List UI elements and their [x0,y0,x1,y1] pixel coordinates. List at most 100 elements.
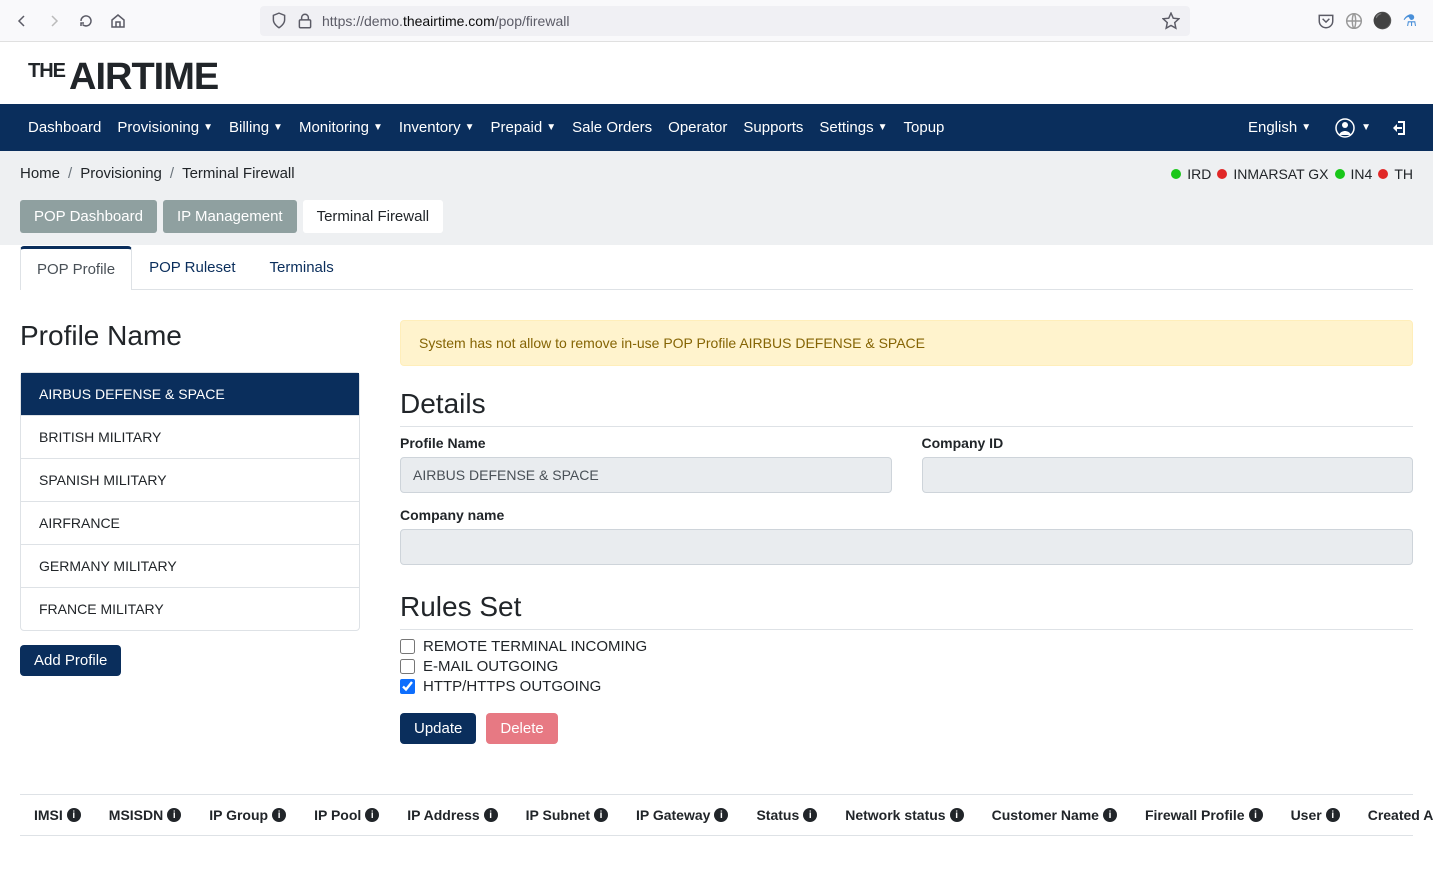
table-header[interactable]: IP Addressi [393,807,511,823]
profile-name-heading: Profile Name [20,320,360,358]
table-header[interactable]: MSISDNi [95,807,195,823]
breadcrumb-item[interactable]: Provisioning [80,165,162,182]
delete-button[interactable]: Delete [486,713,557,744]
nav-item-billing[interactable]: Billing▼ [221,107,291,148]
reload-button[interactable] [72,7,100,35]
content-area: POP ProfilePOP RulesetTerminals Profile … [0,245,1433,876]
info-icon: i [594,808,608,822]
nav-item-inventory[interactable]: Inventory▼ [391,107,483,148]
table-header[interactable]: Firewall Profilei [1131,807,1277,823]
rule-row: REMOTE TERMINAL INCOMING [400,638,1413,655]
pocket-icon[interactable] [1317,12,1335,30]
breadcrumb-item[interactable]: Home [20,165,60,182]
status-dot [1378,169,1388,179]
table-header[interactable]: IP Subneti [512,807,622,823]
info-icon: i [714,808,728,822]
rule-checkbox[interactable] [400,679,415,694]
profile-item[interactable]: FRANCE MILITARY [21,588,359,630]
table-header[interactable]: Customer Namei [978,807,1131,823]
profile-item[interactable]: AIRFRANCE [21,502,359,545]
rule-label: HTTP/HTTPS OUTGOING [423,678,601,695]
table-header[interactable]: Statusi [742,807,831,823]
browser-nav-buttons [8,7,132,35]
sec-tab-pop-dashboard[interactable]: POP Dashboard [20,200,157,233]
table-header[interactable]: IP Groupi [195,807,300,823]
rule-row: E-MAIL OUTGOING [400,658,1413,675]
secondary-tabs: POP DashboardIP ManagementTerminal Firew… [20,200,1413,245]
company-id-input[interactable] [922,457,1414,493]
inner-tab-pop-ruleset[interactable]: POP Ruleset [132,246,252,290]
table-header-row: IMSIiMSISDNiIP GroupiIP PooliIP Addressi… [20,794,1413,836]
status-dot [1335,169,1345,179]
back-button[interactable] [8,7,36,35]
status-label: IN4 [1351,166,1373,182]
table-header[interactable]: IP Pooli [300,807,393,823]
inner-tab-terminals[interactable]: Terminals [253,246,351,290]
nav-item-prepaid[interactable]: Prepaid▼ [483,107,565,148]
rule-checkbox[interactable] [400,639,415,654]
table-header[interactable]: Network statusi [831,807,977,823]
nav-item-supports[interactable]: Supports [735,107,811,148]
info-icon: i [1249,808,1263,822]
extension-icon-1[interactable]: ⚫ [1373,11,1393,31]
table-header[interactable]: IP Gatewayi [622,807,742,823]
info-icon: i [1326,808,1340,822]
info-icon: i [950,808,964,822]
nav-item-monitoring[interactable]: Monitoring▼ [291,107,391,148]
status-label: IRD [1187,166,1211,182]
update-button[interactable]: Update [400,713,476,744]
user-menu[interactable]: ▼ [1331,106,1375,150]
forward-button[interactable] [40,7,68,35]
profile-item[interactable]: SPANISH MILITARY [21,459,359,502]
inner-tab-pop-profile[interactable]: POP Profile [20,246,132,290]
status-dot [1171,169,1181,179]
profile-item[interactable]: BRITISH MILITARY [21,416,359,459]
extension-icon-2[interactable]: ⚗ [1403,11,1417,31]
browser-chrome: https://demo.theairtime.com/pop/firewall… [0,0,1433,42]
logout-icon[interactable] [1387,107,1413,149]
sec-tab-terminal-firewall[interactable]: Terminal Firewall [303,200,444,233]
logo-area: THEAIRTIME [0,42,1433,104]
company-name-label: Company name [400,507,1413,523]
company-id-label: Company ID [922,435,1414,451]
table-header[interactable]: Created Ati [1354,807,1433,823]
main-navbar: DashboardProvisioning▼Billing▼Monitoring… [0,104,1433,151]
nav-item-operator[interactable]: Operator [660,107,735,148]
info-icon: i [803,808,817,822]
nav-item-topup[interactable]: Topup [896,107,953,148]
info-icon: i [272,808,286,822]
info-icon: i [365,808,379,822]
nav-item-sale-orders[interactable]: Sale Orders [564,107,660,148]
sec-tab-ip-management[interactable]: IP Management [163,200,297,233]
profile-item[interactable]: GERMANY MILITARY [21,545,359,588]
nav-item-dashboard[interactable]: Dashboard [20,107,109,148]
info-icon: i [167,808,181,822]
add-profile-button[interactable]: Add Profile [20,645,121,676]
logo[interactable]: THEAIRTIME [28,60,1405,94]
alert-warning: System has not allow to remove in-use PO… [400,320,1413,366]
info-icon: i [484,808,498,822]
url-text: https://demo.theairtime.com/pop/firewall [322,13,1154,29]
table-header[interactable]: IMSIi [20,807,95,823]
nav-item-provisioning[interactable]: Provisioning▼ [109,107,221,148]
breadcrumb-item: Terminal Firewall [182,165,295,182]
details-heading: Details [400,388,1413,427]
profile-name-input[interactable] [400,457,892,493]
rule-label: REMOTE TERMINAL INCOMING [423,638,647,655]
info-icon: i [67,808,81,822]
language-selector[interactable]: English ▼ [1240,107,1319,148]
profile-list: AIRBUS DEFENSE & SPACEBRITISH MILITARYSP… [20,372,360,631]
nav-item-settings[interactable]: Settings▼ [811,107,895,148]
company-name-input[interactable] [400,529,1413,565]
shield-icon [270,12,288,30]
globe-icon[interactable] [1345,12,1363,30]
table-header[interactable]: Useri [1277,807,1354,823]
home-button[interactable] [104,7,132,35]
status-label: INMARSAT GX [1233,166,1328,182]
rule-checkbox[interactable] [400,659,415,674]
inner-tabs: POP ProfilePOP RulesetTerminals [20,245,1413,290]
star-icon[interactable] [1162,12,1180,30]
profile-item[interactable]: AIRBUS DEFENSE & SPACE [21,373,359,416]
sub-header: Home/Provisioning/Terminal Firewall IRDI… [0,151,1433,245]
url-bar[interactable]: https://demo.theairtime.com/pop/firewall [260,6,1190,36]
